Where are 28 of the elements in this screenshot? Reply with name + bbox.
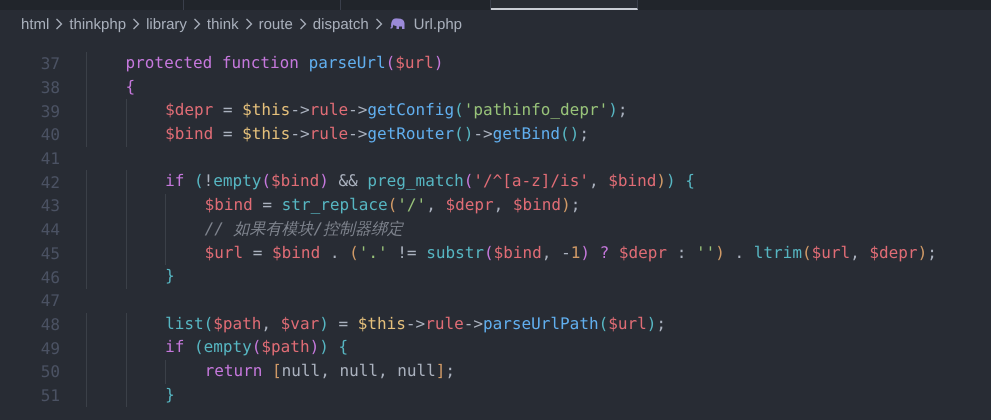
- code-line: if (!empty($bind) && preg_match('/^[a-z]/is', $bind)) {: [86, 170, 695, 194]
- editor-tab[interactable]: [491, 0, 638, 10]
- breadcrumb-item[interactable]: Url.php: [388, 16, 462, 32]
- elephant-icon: [388, 18, 406, 30]
- code-line: $depr = $this->rule->getConfig('pathinfo_depr');: [86, 99, 628, 124]
- breadcrumb-item[interactable]: library: [146, 16, 187, 32]
- code-line: }: [86, 384, 175, 408]
- code-line: list($path, $var) = $this->rule->parseUrlPath($url);: [86, 312, 666, 336]
- code-line: $url = $bind . ('.' != substr($bind, -1) ? $depr : '') . ltrim($url, $depr);: [86, 242, 937, 266]
- breadcrumb-item[interactable]: route: [258, 16, 293, 32]
- code-line: $bind = str_replace('/', $depr, $bind);: [86, 194, 580, 218]
- chevron-icon: [374, 18, 383, 30]
- chevron-icon: [192, 18, 201, 30]
- chevron-icon: [132, 18, 140, 30]
- code-line: // 如果有模块/控制器绑定: [86, 218, 404, 242]
- code-line: $bind = $this->rule->getRouter()->getBind();: [86, 123, 589, 147]
- code-line: }: [86, 265, 175, 289]
- breadcrumb-item[interactable]: think: [206, 16, 239, 32]
- breadcrumb-item[interactable]: html: [21, 16, 50, 32]
- code-line: if (empty($path)) {: [86, 336, 348, 360]
- chevron-icon: [244, 18, 253, 30]
- code-line: protected function parseUrl($url): [86, 52, 444, 76]
- chevron-icon: [298, 18, 307, 30]
- code-line: return [null, null, null];: [86, 360, 456, 384]
- breadcrumb-item[interactable]: dispatch: [312, 16, 369, 32]
- breadcrumb-item[interactable]: thinkphp: [69, 16, 126, 32]
- code-line: {: [86, 76, 136, 100]
- chevron-icon: [55, 18, 64, 30]
